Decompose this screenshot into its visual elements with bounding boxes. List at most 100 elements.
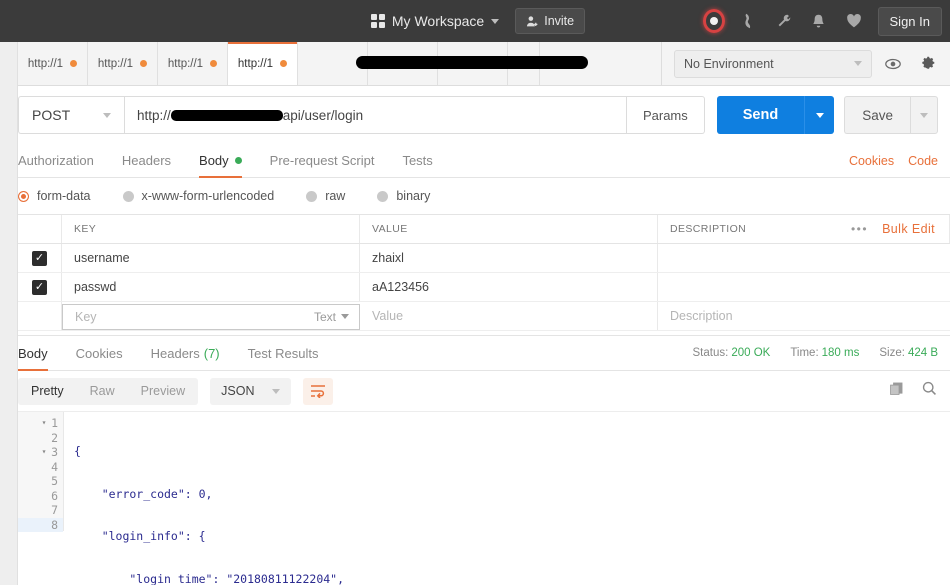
gear-icon[interactable] xyxy=(914,51,940,77)
response-tab-body[interactable]: Body xyxy=(18,335,48,371)
cookies-link[interactable]: Cookies xyxy=(849,154,894,168)
request-tab-label: http://1 xyxy=(27,57,64,70)
tab-tests[interactable]: Tests xyxy=(402,144,432,178)
line-number: 5 xyxy=(51,474,58,488)
bulk-edit-link[interactable]: Bulk Edit xyxy=(882,222,935,236)
body-type-form-data[interactable]: form-data xyxy=(18,189,91,203)
unsaved-dot-icon xyxy=(280,60,288,67)
header-description: DESCRIPTION ••• Bulk Edit xyxy=(658,215,950,243)
http-method-selector[interactable]: POST xyxy=(18,96,124,134)
row-key-cell[interactable]: username xyxy=(62,244,360,272)
fold-toggle-icon[interactable]: ▾ xyxy=(40,416,48,431)
copy-icon[interactable] xyxy=(888,380,905,402)
environment-selector[interactable]: No Environment xyxy=(674,49,872,78)
headers-count: (7) xyxy=(203,345,220,361)
body-type-binary[interactable]: binary xyxy=(377,189,430,203)
row-checkbox-cell: ✓ xyxy=(18,273,62,301)
row-value-cell[interactable]: zhaixl xyxy=(360,244,658,272)
row-checkbox-checked[interactable]: ✓ xyxy=(32,250,47,266)
line-number: 2 xyxy=(51,430,58,445)
body-type-label: form-data xyxy=(37,189,91,203)
line-number: 8 xyxy=(18,517,63,532)
row-value-text: aA123456 xyxy=(372,280,430,294)
row-description-cell[interactable] xyxy=(658,244,950,272)
wrench-icon[interactable] xyxy=(773,10,795,32)
line-number-gutter: ▾ 1 2 ▾ 3 4 5 6 7 8 xyxy=(18,412,64,532)
body-type-options: form-data x-www-form-urlencoded raw bina… xyxy=(18,178,950,214)
table-options-button[interactable]: ••• xyxy=(851,222,868,236)
request-tab[interactable]: http://1 xyxy=(158,42,228,85)
word-wrap-icon[interactable] xyxy=(303,377,334,405)
row-checkbox-checked[interactable]: ✓ xyxy=(32,279,47,295)
response-tab-label: Test Results xyxy=(247,345,319,361)
value-type-label: Text xyxy=(313,309,336,324)
chevron-down-icon xyxy=(103,112,111,118)
row-key-cell[interactable]: passwd xyxy=(62,273,360,301)
response-body-viewer[interactable]: ▾ 1 2 ▾ 3 4 5 6 7 8 { "error_code": 0, "lo… xyxy=(18,411,950,585)
sync-status-icon[interactable] xyxy=(702,9,725,33)
send-group: Send xyxy=(716,96,835,134)
tab-label: Pre-request Script xyxy=(269,153,375,168)
sign-in-button[interactable]: Sign In xyxy=(877,6,942,36)
view-preview[interactable]: Preview xyxy=(128,378,198,405)
new-row-value-input[interactable]: Value xyxy=(360,302,658,330)
response-format-selector[interactable]: JSON xyxy=(210,377,292,405)
url-input[interactable]: http:// api/user/login xyxy=(124,96,627,134)
response-tab-test-results[interactable]: Test Results xyxy=(248,335,319,371)
new-row-description-placeholder: Description xyxy=(670,309,733,323)
request-tab-active[interactable]: http://1 xyxy=(228,42,298,85)
workspace-selector[interactable]: My Workspace xyxy=(365,9,505,33)
request-tab[interactable]: http://1 xyxy=(18,42,88,85)
line-number: ▾ 3 xyxy=(40,445,58,460)
header-check-cell xyxy=(18,215,62,243)
open-tabs: http://1 http://1 http://1 http://1 + ••… xyxy=(18,42,661,85)
eye-icon[interactable] xyxy=(880,51,906,77)
table-row[interactable]: ✓ passwd aA123456 xyxy=(18,273,950,302)
send-options-button[interactable] xyxy=(804,96,835,134)
response-tab-cookies[interactable]: Cookies xyxy=(76,335,123,371)
table-row[interactable]: ✓ username zhaixl xyxy=(18,244,950,273)
new-row-value-placeholder: Value xyxy=(372,309,404,323)
time-value: 180 ms xyxy=(821,347,860,359)
request-tab[interactable]: http://1 xyxy=(88,42,158,85)
response-tab-headers[interactable]: Headers (7) xyxy=(151,335,220,371)
redaction-bar xyxy=(356,56,588,69)
row-description-cell[interactable] xyxy=(658,273,950,301)
save-button[interactable]: Save xyxy=(844,96,910,134)
send-button[interactable]: Send xyxy=(716,96,805,134)
size-label: Size: xyxy=(879,347,905,359)
heart-icon[interactable] xyxy=(843,10,865,32)
table-new-row[interactable]: Key Text Value Description xyxy=(18,302,950,331)
tab-pre-request-script[interactable]: Pre-request Script xyxy=(270,144,375,178)
new-row-description-input[interactable]: Description xyxy=(658,302,950,330)
line-number: 6 xyxy=(51,488,58,503)
runner-icon[interactable] xyxy=(738,10,760,32)
grid-icon xyxy=(370,14,385,28)
new-row-key-input[interactable]: Key Text xyxy=(62,303,360,330)
code-link[interactable]: Code xyxy=(908,154,938,168)
view-pretty[interactable]: Pretty xyxy=(18,378,77,405)
response-body-code[interactable]: { "error_code": 0, "login_info": { "logi… xyxy=(64,412,950,585)
invite-label: Invite xyxy=(544,14,575,28)
bell-icon[interactable] xyxy=(808,10,830,32)
row-checkbox-cell: ✓ xyxy=(18,244,62,272)
body-type-raw[interactable]: raw xyxy=(306,189,345,203)
invite-button[interactable]: Invite xyxy=(515,8,586,34)
row-value-cell[interactable]: aA123456 xyxy=(360,273,658,301)
fold-toggle-icon[interactable]: ▾ xyxy=(40,445,48,460)
tab-headers[interactable]: Headers xyxy=(122,144,171,178)
search-icon[interactable] xyxy=(921,380,938,402)
tab-body[interactable]: Body xyxy=(199,144,242,178)
tab-authorization[interactable]: Authorization xyxy=(18,144,94,178)
request-tab-label: http://1 xyxy=(237,57,274,70)
status-label: Status: xyxy=(692,347,729,359)
radio-selected-icon xyxy=(18,190,29,202)
body-type-label: x-www-form-urlencoded xyxy=(141,189,275,203)
view-raw[interactable]: Raw xyxy=(77,378,128,405)
save-options-button[interactable] xyxy=(910,96,938,134)
body-type-urlencoded[interactable]: x-www-form-urlencoded xyxy=(122,189,275,203)
value-type-selector[interactable]: Text xyxy=(314,310,359,324)
http-method-label: POST xyxy=(32,107,71,123)
tab-label: Authorization xyxy=(18,153,94,168)
params-button[interactable]: Params xyxy=(626,96,705,134)
